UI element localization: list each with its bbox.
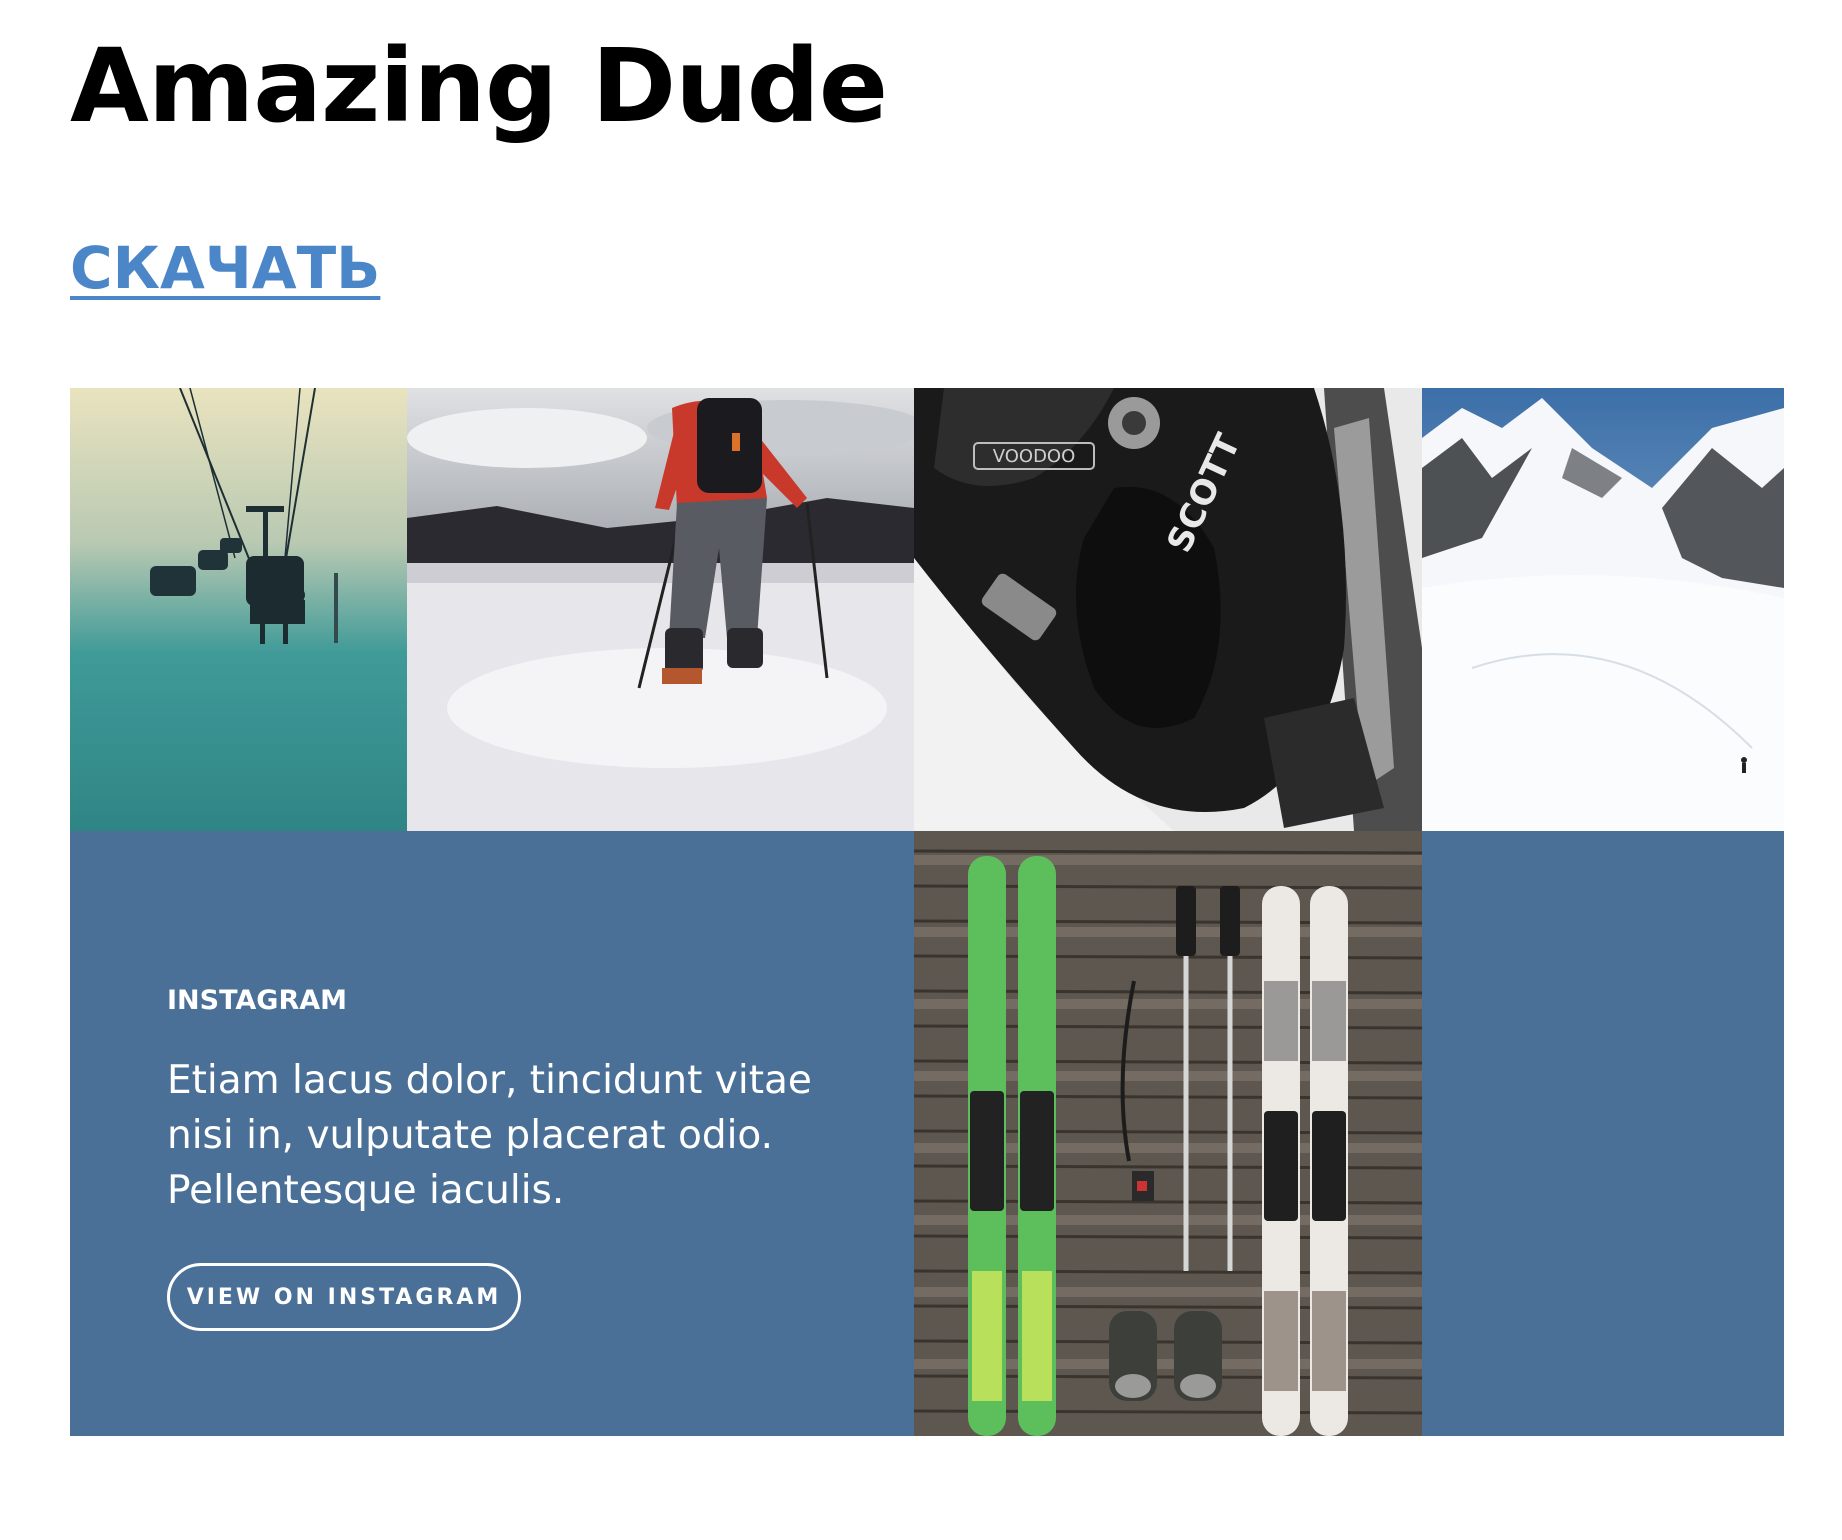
blank-panel bbox=[1422, 831, 1784, 1436]
chairlift-photo[interactable] bbox=[70, 388, 407, 831]
instagram-label: INSTAGRAM bbox=[167, 985, 348, 1016]
instagram-description: Etiam lacus dolor, tincidunt vitae nisi … bbox=[167, 1058, 812, 1213]
download-link[interactable]: СКАЧАТЬ bbox=[70, 234, 380, 302]
snowshoe-hiker-photo[interactable] bbox=[407, 388, 914, 831]
instagram-panel: INSTAGRAM Etiam lacus dolor, tincidunt v… bbox=[70, 831, 914, 1436]
photo-mosaic: VOODOO SCOTT INSTAGRAM Etiam lacus dolor… bbox=[70, 388, 1784, 1436]
view-on-instagram-button[interactable]: VIEW ON INSTAGRAM bbox=[167, 1263, 521, 1331]
snowy-mountain-photo[interactable] bbox=[1422, 388, 1784, 831]
ski-boot-photo[interactable]: VOODOO SCOTT bbox=[914, 388, 1422, 831]
boot-brand-text: VOODOO bbox=[993, 446, 1076, 467]
page-title: Amazing Dude bbox=[70, 27, 888, 146]
skis-and-poles-photo[interactable] bbox=[914, 831, 1422, 1436]
